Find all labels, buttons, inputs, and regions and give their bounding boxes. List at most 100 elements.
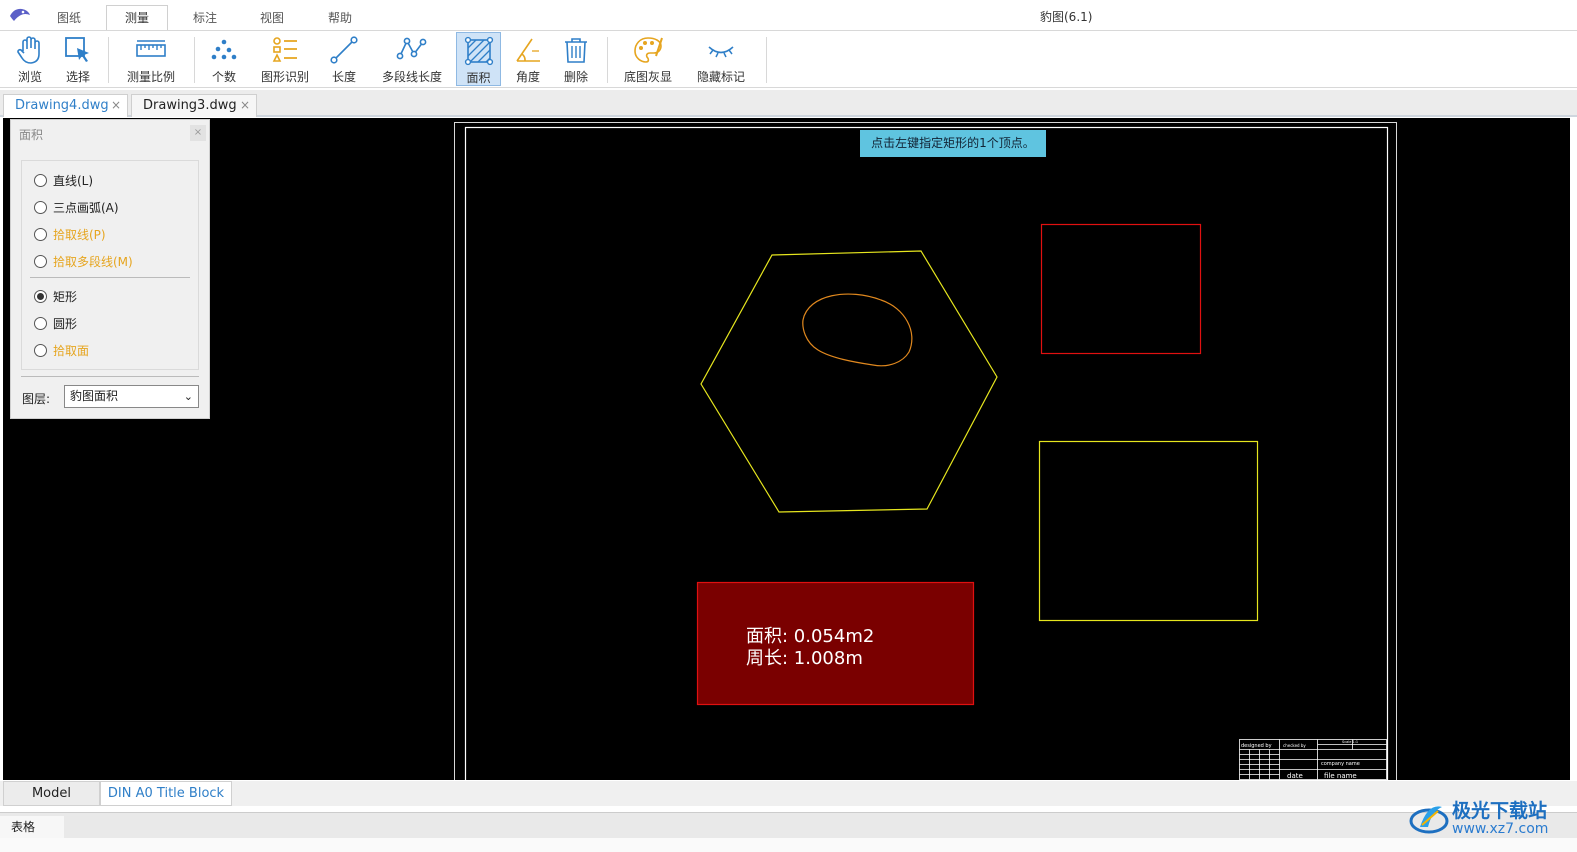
panel-title: 面积: [19, 128, 44, 142]
area-tool-panel: 面积 × 直线(L) 三点画弧(A) 拾取线(P) 拾取多段线(M) 矩形 圆形…: [10, 119, 210, 419]
ribbon-separator: [607, 37, 608, 83]
title-block-designed-by: designed by: [1241, 743, 1272, 749]
measure-perimeter-text: 周长: 1.008m: [746, 648, 863, 669]
doc-tab-label: Drawing4.dwg: [15, 98, 109, 113]
option-pick-face[interactable]: 拾取面: [34, 342, 89, 360]
scale-label: 测量比例: [126, 70, 175, 84]
doc-tab-label: Drawing3.dwg: [143, 98, 237, 113]
line-length-icon: [330, 36, 358, 64]
layout-tabs: Model DIN A0 Title Block: [0, 781, 1577, 806]
ribbon-separator: [766, 37, 767, 83]
watermark: 极光下载站 www.xz7.com: [1408, 795, 1568, 843]
watermark-brand: 极光下载站: [1452, 800, 1548, 822]
gray-background-label: 底图灰显: [623, 70, 672, 84]
option-rectangle[interactable]: 矩形: [34, 288, 77, 306]
browse-label: 浏览: [17, 70, 42, 84]
menu-bar: 图纸 测量 标注 视图 帮助 豹图(6.1): [0, 0, 1577, 31]
radio-icon[interactable]: [34, 344, 47, 357]
shape-recognize-button[interactable]: 图形识别: [254, 32, 316, 86]
hand-icon: [17, 36, 40, 64]
layer-select[interactable]: 豹图面积 ⌄: [64, 385, 199, 408]
drawing-canvas[interactable]: 面积: 0.054m2 周长: 1.008m designed by check…: [3, 118, 1570, 780]
menu-tab-view[interactable]: 视图: [243, 6, 301, 30]
radio-icon[interactable]: [34, 228, 47, 241]
polyline-length-label: 多段线长度: [381, 70, 442, 84]
select-cursor-icon: [65, 37, 89, 62]
radio-icon[interactable]: [34, 201, 47, 214]
option-line[interactable]: 直线(L): [34, 172, 93, 190]
menu-tab-annotate[interactable]: 标注: [176, 6, 234, 30]
area-label: 面积: [466, 71, 491, 85]
area-hatch-icon: [464, 36, 493, 66]
delete-label: 删除: [563, 70, 588, 84]
select-button[interactable]: 选择: [56, 32, 100, 86]
doc-tab-drawing4[interactable]: Drawing4.dwg ×: [3, 94, 128, 117]
drawing-svg: 面积: 0.054m2 周长: 1.008m designed by check…: [454, 122, 1397, 780]
area-button[interactable]: 面积: [456, 32, 501, 86]
layout-tab-din-a0[interactable]: DIN A0 Title Block: [100, 781, 232, 806]
ribbon-separator: [108, 37, 109, 83]
option-three-point-arc[interactable]: 三点画弧(A): [34, 199, 119, 217]
polyline-icon: [396, 37, 427, 60]
doc-tab-drawing3[interactable]: Drawing3.dwg ×: [131, 94, 257, 117]
title-block-file-name: file name: [1324, 772, 1357, 780]
radio-icon[interactable]: [34, 255, 47, 268]
menu-tab-measure[interactable]: 测量: [106, 5, 168, 31]
palette-icon: [634, 37, 663, 63]
scale-button[interactable]: 测量比例: [118, 32, 184, 86]
option-group: 直线(L) 三点画弧(A) 拾取线(P) 拾取多段线(M) 矩形 圆形 拾取面: [21, 160, 199, 370]
option-circle[interactable]: 圆形: [34, 315, 77, 333]
table-tab[interactable]: 表格: [0, 816, 64, 839]
count-label: 个数: [211, 70, 236, 84]
close-icon[interactable]: ×: [111, 95, 121, 116]
ribbon-separator: [194, 37, 195, 83]
trash-icon: [565, 38, 587, 63]
closed-eye-icon: [708, 46, 734, 58]
layer-label: 图层:: [22, 392, 51, 406]
red-rectangle: [1040, 223, 1202, 355]
yellow-rectangle: [1038, 440, 1259, 622]
menu-tab-drawing[interactable]: 图纸: [40, 6, 98, 30]
panel-divider: [30, 277, 190, 278]
close-icon[interactable]: ×: [190, 125, 206, 141]
polyline-length-button[interactable]: 多段线长度: [376, 32, 448, 86]
layout-tab-model[interactable]: Model: [3, 781, 100, 806]
bottom-toolbar-strip: [0, 838, 1577, 852]
title-block-scale: Scale 1:1: [1342, 740, 1358, 744]
app-window: 图纸 测量 标注 视图 帮助 豹图(6.1) 浏览 选择 测量比例 个数 图形识…: [0, 0, 1577, 852]
length-button[interactable]: 长度: [322, 32, 366, 86]
count-button[interactable]: 个数: [202, 32, 246, 86]
option-pick-polyline[interactable]: 拾取多段线(M): [34, 253, 133, 271]
watermark-url: www.xz7.com: [1452, 821, 1549, 837]
browse-button[interactable]: 浏览: [8, 32, 52, 86]
hexagon-shape: [700, 250, 998, 513]
gray-background-button[interactable]: 底图灰显: [617, 32, 679, 86]
window-title: 豹图(6.1): [1040, 10, 1093, 24]
hide-marks-button[interactable]: 隐藏标记: [690, 32, 752, 86]
freehand-ellipse: [802, 293, 913, 367]
app-logo-icon: [10, 8, 30, 21]
radio-checked-icon[interactable]: [34, 290, 47, 303]
radio-icon[interactable]: [34, 317, 47, 330]
document-tabs: Drawing4.dwg × Drawing3.dwg ×: [0, 90, 1577, 117]
dots-icon: [211, 39, 237, 60]
title-block-date: date: [1287, 772, 1303, 780]
panel-divider: [21, 376, 199, 377]
shape-list-icon: [272, 37, 297, 62]
menu-tab-help[interactable]: 帮助: [311, 6, 369, 30]
delete-button[interactable]: 删除: [555, 32, 597, 86]
ruler-icon: [136, 40, 166, 57]
measure-area-text: 面积: 0.054m2: [746, 626, 874, 647]
title-block-checked-by: checked by: [1283, 743, 1306, 748]
close-icon[interactable]: ×: [240, 95, 250, 116]
layer-select-value: 豹图面积: [70, 389, 119, 403]
angle-button[interactable]: 角度: [506, 32, 550, 86]
radio-icon[interactable]: [34, 174, 47, 187]
select-label: 选择: [65, 70, 90, 84]
title-block-company: company name: [1321, 761, 1360, 767]
table-panel-header: 表格: [0, 812, 1577, 839]
option-pick-line[interactable]: 拾取线(P): [34, 226, 106, 244]
ribbon-toolbar: 浏览 选择 测量比例 个数 图形识别 长度 多段线长度 面积 角度 删除 底图灰…: [0, 30, 1577, 88]
length-label: 长度: [331, 70, 356, 84]
hint-tooltip: 点击左键指定矩形的1个顶点。: [860, 130, 1046, 157]
